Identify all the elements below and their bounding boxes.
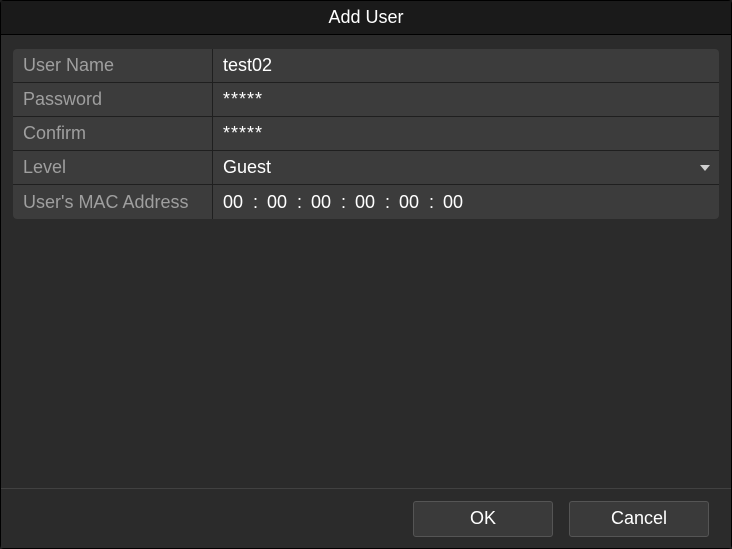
mac-seg-5[interactable]: 00: [443, 192, 469, 213]
mac-seg-0[interactable]: 00: [223, 192, 249, 213]
form: User Name Password ***** Confirm ***** L…: [13, 49, 719, 219]
label-confirm: Confirm: [13, 117, 213, 150]
username-input[interactable]: [223, 55, 709, 76]
level-select-value: Guest: [223, 157, 271, 178]
dialog-title: Add User: [328, 7, 403, 28]
mac-sep: :: [381, 192, 399, 213]
mac-sep: :: [249, 192, 267, 213]
label-username: User Name: [13, 49, 213, 82]
label-level: Level: [13, 151, 213, 184]
chevron-down-icon[interactable]: [699, 164, 711, 172]
dialog-body: User Name Password ***** Confirm ***** L…: [1, 35, 731, 488]
dialog-footer: OK Cancel: [1, 488, 731, 548]
mac-seg-2[interactable]: 00: [311, 192, 337, 213]
mac-seg-3[interactable]: 00: [355, 192, 381, 213]
titlebar: Add User: [1, 1, 731, 35]
row-mac: User's MAC Address 00 : 00 : 00 : 00 : 0…: [13, 185, 719, 219]
row-password: Password *****: [13, 83, 719, 117]
field-level[interactable]: Guest: [213, 151, 719, 184]
ok-button[interactable]: OK: [413, 501, 553, 537]
mac-sep: :: [337, 192, 355, 213]
field-mac[interactable]: 00 : 00 : 00 : 00 : 00 : 00: [213, 185, 719, 219]
ok-button-label: OK: [470, 508, 496, 529]
mac-input[interactable]: 00 : 00 : 00 : 00 : 00 : 00: [223, 192, 469, 213]
mac-sep: :: [425, 192, 443, 213]
row-username: User Name: [13, 49, 719, 83]
cancel-button-label: Cancel: [611, 508, 667, 529]
mac-sep: :: [293, 192, 311, 213]
field-username[interactable]: [213, 49, 719, 82]
mac-seg-4[interactable]: 00: [399, 192, 425, 213]
field-password[interactable]: *****: [213, 83, 719, 116]
row-level: Level Guest: [13, 151, 719, 185]
cancel-button[interactable]: Cancel: [569, 501, 709, 537]
field-confirm[interactable]: *****: [213, 117, 719, 150]
label-password: Password: [13, 83, 213, 116]
label-mac: User's MAC Address: [13, 185, 213, 219]
add-user-dialog: Add User User Name Password ***** Confir…: [0, 0, 732, 549]
password-input[interactable]: *****: [223, 89, 263, 110]
row-confirm: Confirm *****: [13, 117, 719, 151]
confirm-input[interactable]: *****: [223, 123, 263, 144]
mac-seg-1[interactable]: 00: [267, 192, 293, 213]
